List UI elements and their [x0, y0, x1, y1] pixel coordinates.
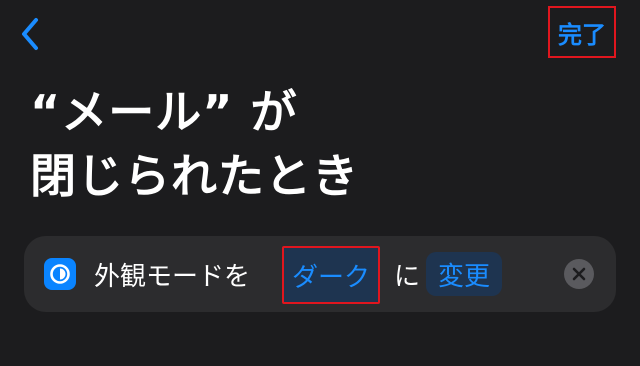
chevron-left-icon	[22, 18, 38, 50]
title-line-2: 閉じられたとき	[30, 149, 359, 203]
action-prefix-text: 外観モードを	[94, 261, 251, 292]
clear-button[interactable]	[564, 259, 594, 289]
back-button[interactable]	[14, 14, 46, 54]
done-button[interactable]: 完了	[548, 6, 616, 58]
navigation-bar: 完了	[0, 0, 640, 66]
action-connector-text: に	[394, 261, 421, 292]
clear-x-icon	[572, 267, 586, 281]
mode-parameter-token[interactable]: ダーク	[282, 246, 380, 304]
operation-parameter-token[interactable]: 変更	[426, 252, 502, 296]
page-title: “メール” が 閉じられたとき	[30, 80, 590, 208]
action-card: 外観モードを ダーク に 変更	[24, 236, 616, 312]
title-line-1: “メール” が	[30, 85, 298, 139]
appearance-icon	[44, 258, 76, 290]
